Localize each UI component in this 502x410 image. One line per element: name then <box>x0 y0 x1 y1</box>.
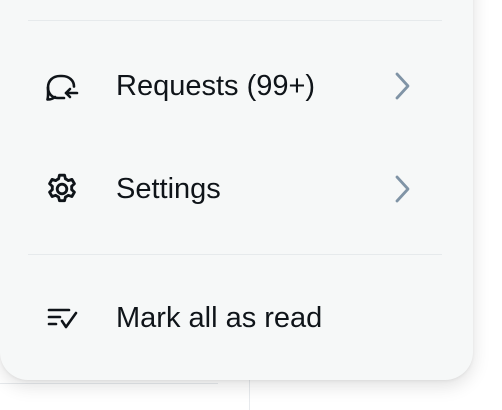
menu-divider-mid <box>28 254 442 255</box>
chevron-right-icon <box>388 68 416 104</box>
menu-item-requests[interactable]: Requests (99+) <box>0 51 473 123</box>
background-divider <box>0 383 218 384</box>
background-column-border <box>249 376 250 410</box>
mark-read-icon <box>44 300 80 336</box>
menu-item-settings[interactable]: Settings <box>0 154 473 226</box>
message-request-icon <box>44 69 80 105</box>
menu-divider-top <box>28 20 442 21</box>
dropdown-menu: Requests (99+) Settings Mark all as read <box>0 0 473 380</box>
menu-item-label: Requests (99+) <box>116 70 316 102</box>
gear-icon <box>44 171 80 207</box>
chevron-right-icon <box>388 171 416 207</box>
menu-item-label: Mark all as read <box>116 302 323 334</box>
menu-item-label: Settings <box>116 173 221 205</box>
menu-item-mark-all-read[interactable]: Mark all as read <box>0 283 473 355</box>
